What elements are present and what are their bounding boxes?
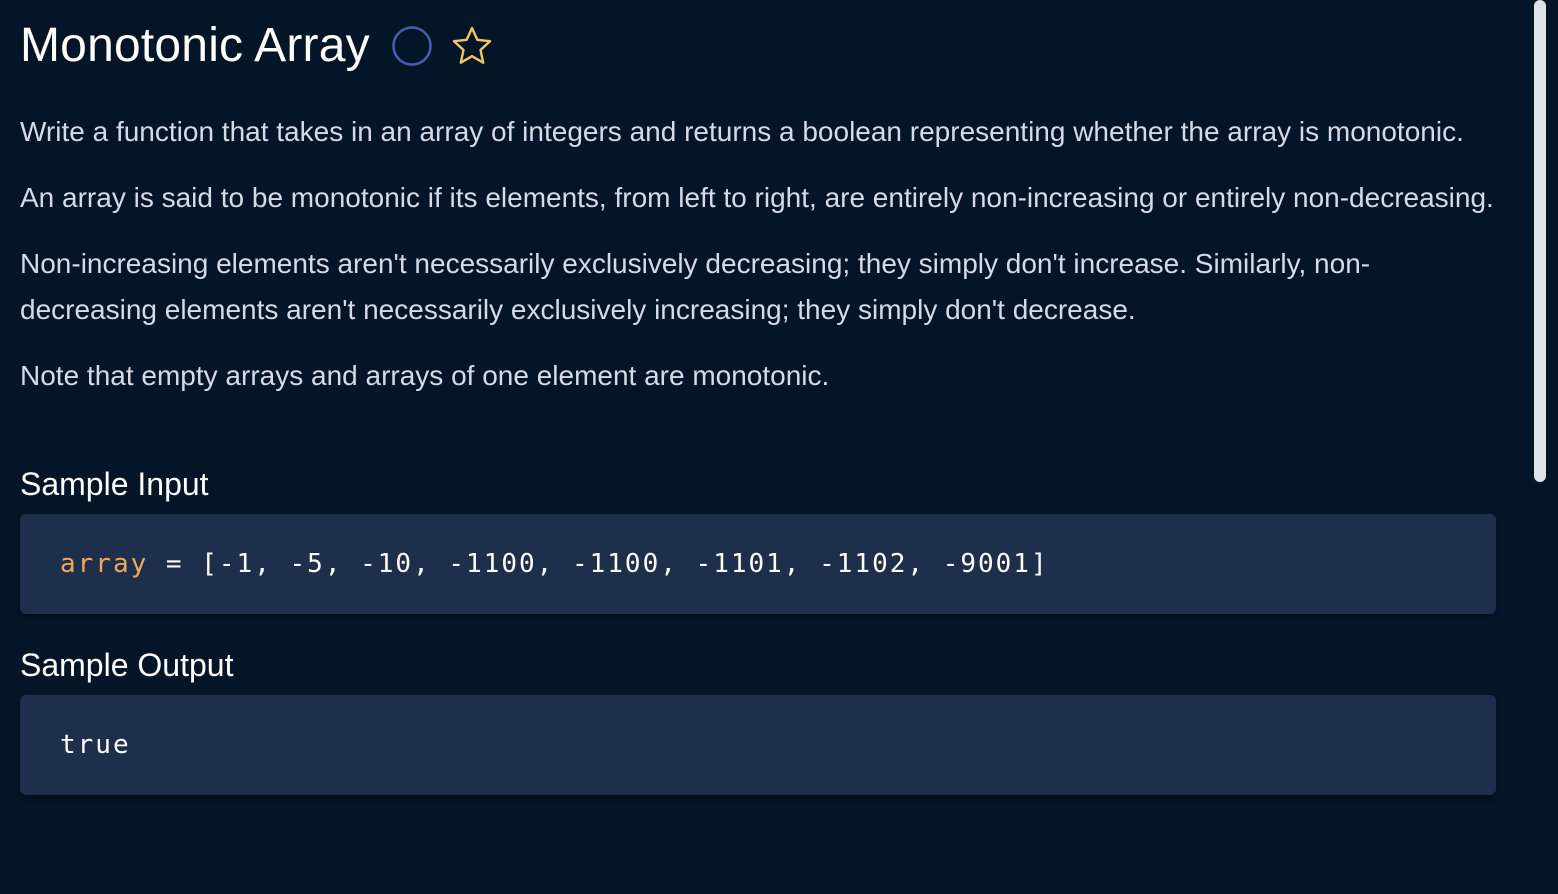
code-array-value: [-1, -5, -10, -1100, -1100, -1101, -1102… <box>201 549 1049 579</box>
code-assignment-operator: = <box>148 549 202 579</box>
code-variable-name: array <box>60 549 149 579</box>
title-row: Monotonic Array <box>20 0 1496 92</box>
description-paragraph: Non-increasing elements aren't necessari… <box>20 248 1371 325</box>
problem-title: Monotonic Array <box>20 19 370 72</box>
sample-input-heading: Sample Input <box>20 466 209 502</box>
description-paragraph: Write a function that takes in an array … <box>20 116 1464 147</box>
vertical-scrollbar[interactable] <box>1534 0 1546 894</box>
scrollbar-thumb[interactable] <box>1534 0 1546 482</box>
description-paragraph: An array is said to be monotonic if its … <box>20 182 1494 213</box>
sample-output-heading: Sample Output <box>20 647 234 683</box>
sample-input-code-block: array = [-1, -5, -10, -1100, -1100, -110… <box>20 514 1496 614</box>
code-output-value: true <box>60 730 131 760</box>
problem-panel: Monotonic Array Write a function that ta… <box>20 0 1496 795</box>
problem-description: Write a function that takes in an array … <box>20 109 1496 399</box>
favorite-star-icon[interactable] <box>450 24 494 68</box>
completion-status-circle-icon[interactable] <box>392 26 432 66</box>
description-paragraph: Note that empty arrays and arrays of one… <box>20 360 830 391</box>
sample-output-code-block: true <box>20 695 1496 795</box>
